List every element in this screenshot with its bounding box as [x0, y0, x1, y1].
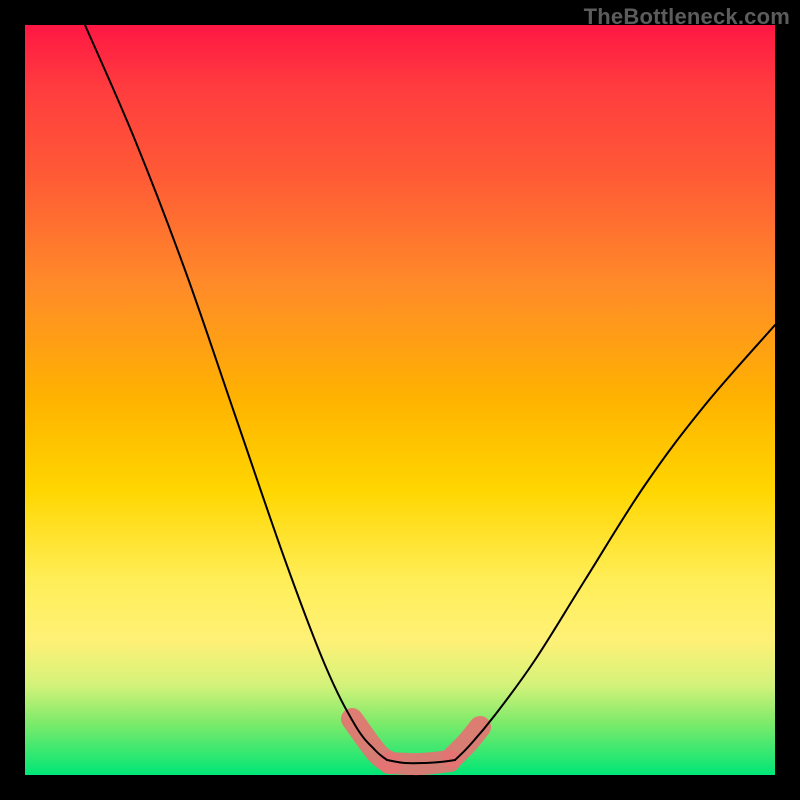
black-frame: TheBottleneck.com — [0, 0, 800, 800]
highlight-sausage-right — [453, 727, 480, 757]
watermark-text: TheBottleneck.com — [584, 4, 790, 30]
right-curve — [455, 325, 775, 760]
curve-canvas — [25, 25, 775, 775]
gradient-plot-area — [25, 25, 775, 775]
left-curve — [85, 25, 387, 760]
